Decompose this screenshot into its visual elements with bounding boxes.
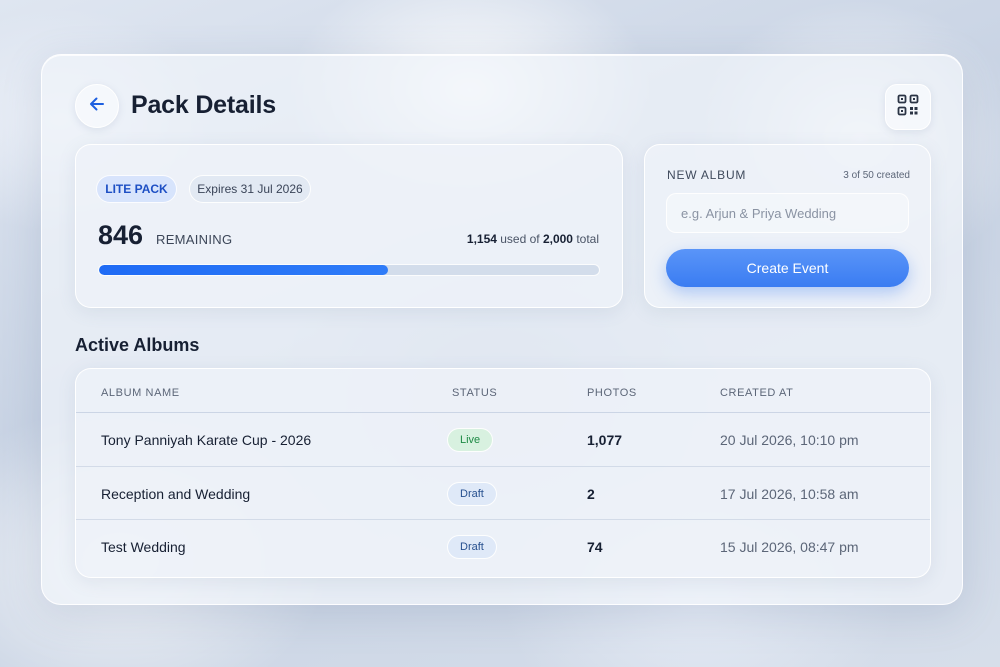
usage-progress-fill	[99, 265, 388, 275]
used-of-text: used of	[496, 232, 543, 246]
pack-details-panel: Pack Details LITE PACK Expires 31 Jul 20…	[41, 54, 963, 605]
table-row[interactable]: Reception and Wedding Draft 2 17 Jul 202…	[76, 466, 930, 519]
usage-summary: 1,154 used of 2,000 total	[467, 232, 599, 246]
total-count: 2,000	[542, 232, 573, 246]
new-album-card: NEW ALBUM 3 of 50 created Create Event	[644, 144, 931, 308]
create-event-button[interactable]: Create Event	[666, 249, 909, 287]
album-name: Test Wedding	[101, 538, 186, 555]
usage-progress-bar	[98, 264, 600, 276]
status-badge: Live	[447, 427, 494, 452]
table-row[interactable]: Tony Panniyah Karate Cup - 2026 Live 1,0…	[76, 413, 930, 466]
column-header-photos: PHOTOS	[587, 387, 637, 399]
photo-count: 74	[587, 538, 603, 555]
active-albums-title: Active Albums	[75, 335, 200, 355]
remaining-count: 846	[98, 220, 144, 250]
album-name: Reception and Wedding	[101, 485, 251, 502]
qr-code-button[interactable]	[885, 84, 931, 130]
album-count: 3 of 50 created	[843, 170, 910, 181]
new-album-label: NEW ALBUM	[667, 168, 747, 182]
photo-count: 2	[587, 485, 595, 502]
status-cell: Live	[447, 413, 494, 466]
album-name-input[interactable]	[666, 193, 909, 233]
table-row[interactable]: Test Wedding Draft 74 15 Jul 2026, 08:47…	[76, 519, 930, 572]
expiry-badge: Expires 31 Jul 2026	[189, 175, 311, 203]
status-badge: Draft	[447, 534, 497, 559]
photo-count: 1,077	[587, 431, 623, 448]
column-header-created-at: CREATED AT	[720, 387, 794, 399]
status-cell: Draft	[447, 467, 497, 520]
albums-table: ALBUM NAME STATUS PHOTOS CREATED AT Tony…	[75, 368, 931, 578]
status-cell: Draft	[447, 520, 497, 573]
qr-code-icon	[897, 94, 919, 121]
total-suffix: total	[572, 232, 599, 246]
back-button[interactable]	[75, 84, 119, 128]
status-badge: Draft	[447, 481, 497, 506]
remaining-label: REMAINING	[156, 232, 233, 247]
album-name: Tony Panniyah Karate Cup - 2026	[101, 431, 312, 448]
pack-summary-card: LITE PACK Expires 31 Jul 2026 846 REMAIN…	[75, 144, 623, 308]
column-header-status: STATUS	[452, 387, 498, 399]
created-at: 20 Jul 2026, 10:10 pm	[720, 431, 859, 448]
created-at: 17 Jul 2026, 10:58 am	[720, 485, 859, 502]
page-title: Pack Details	[131, 91, 276, 119]
column-header-album-name: ALBUM NAME	[101, 387, 180, 399]
arrow-left-icon	[87, 94, 107, 119]
created-at: 15 Jul 2026, 08:47 pm	[720, 538, 859, 555]
pack-type-badge: LITE PACK	[96, 175, 177, 203]
used-count: 1,154	[466, 232, 497, 246]
